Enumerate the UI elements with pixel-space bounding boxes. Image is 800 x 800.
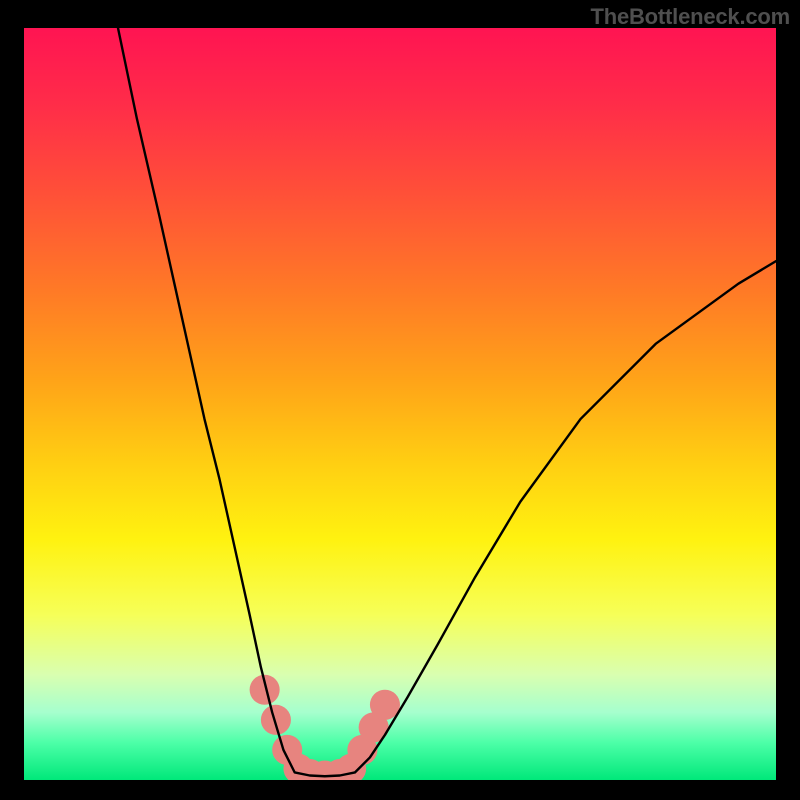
marker-dot: [261, 705, 291, 735]
gradient-background: [24, 28, 776, 780]
chart-frame: TheBottleneck.com: [0, 0, 800, 800]
attribution-text: TheBottleneck.com: [590, 4, 790, 30]
bottleneck-chart: [24, 28, 776, 780]
